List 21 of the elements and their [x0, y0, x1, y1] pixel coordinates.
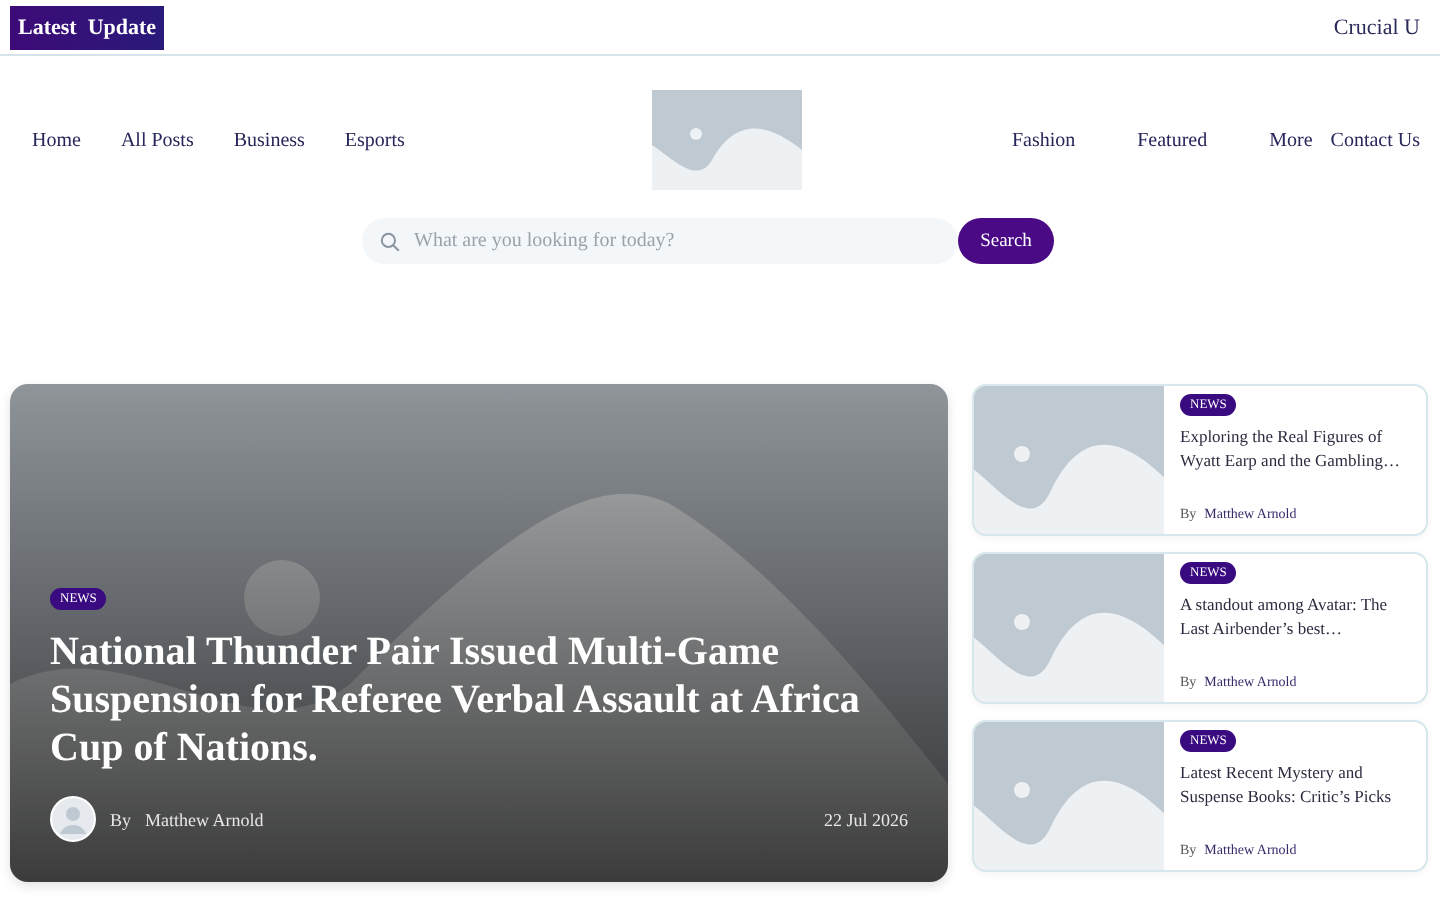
- nav-link[interactable]: Contact Us: [1330, 129, 1420, 151]
- search-icon: [380, 231, 400, 251]
- news-ticker[interactable]: Crucial U: [1333, 15, 1420, 39]
- nav-link[interactable]: More: [1269, 129, 1313, 151]
- nav-link[interactable]: Esports: [344, 129, 405, 151]
- author-link[interactable]: Matthew Arnold: [145, 809, 264, 829]
- search-button[interactable]: Search: [958, 218, 1054, 264]
- nav-link[interactable]: Home: [32, 129, 81, 151]
- nav-link[interactable]: Business: [233, 129, 305, 151]
- search-field[interactable]: What are you looking for today?: [362, 218, 958, 264]
- post-title[interactable]: Exploring the Real Figures of Wyatt Earp and the Gambling…: [1180, 424, 1410, 506]
- headline[interactable]: National Thunder Pair Issued Multi-Game Suspension for Referee Verbal Assault at Africa Cup of Nations.: [50, 628, 908, 772]
- post-title[interactable]: Latest Recent Mystery and Suspense Books: Critic’s Picks: [1180, 760, 1410, 842]
- avatar-icon: [50, 796, 96, 842]
- latest-update-label: Latest Update: [10, 5, 165, 49]
- nav-link[interactable]: All Posts: [120, 129, 194, 151]
- post-title[interactable]: A standout among Avatar: The Last Airbender’s best…: [1180, 592, 1410, 674]
- nav-link[interactable]: Fashion: [1011, 129, 1076, 151]
- nav-link[interactable]: Featured: [1137, 129, 1208, 151]
- byline-label: By: [110, 809, 132, 829]
- post-date: 22 Jul 2026: [823, 809, 908, 829]
